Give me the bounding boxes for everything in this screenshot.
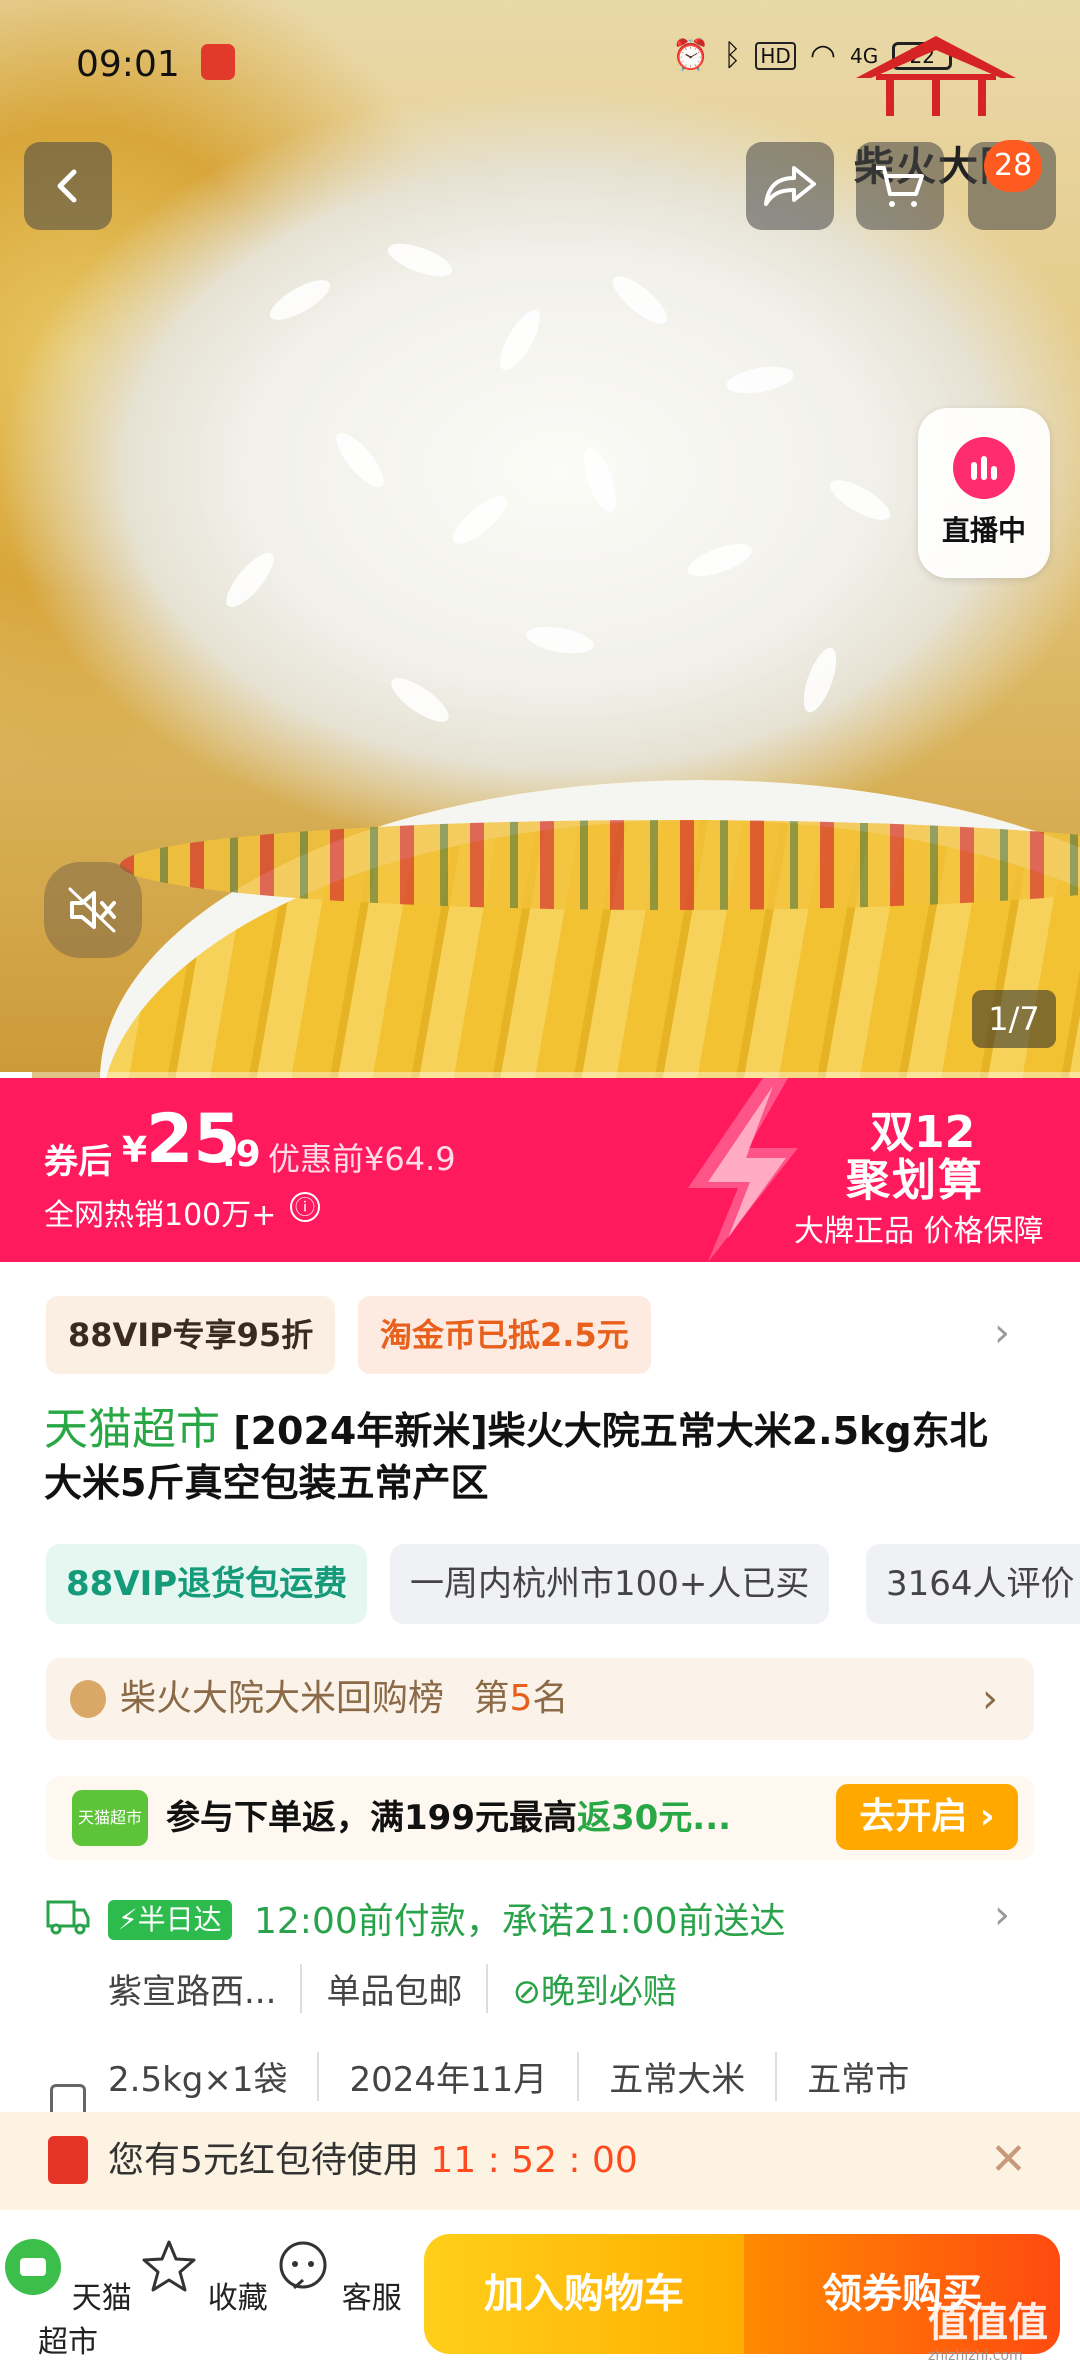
nav-customer-service[interactable]: 客服 — [268, 2238, 408, 2317]
image-counter: 1/7 — [972, 990, 1056, 1048]
tag-recent-buyers[interactable]: 一周内杭州市100+人已买 — [390, 1544, 830, 1624]
nav-store[interactable]: 天猫超市 — [0, 2238, 138, 2361]
promo-highlight: 返30元... — [576, 1798, 732, 1838]
spec-origin: 五常市 — [807, 2060, 910, 2100]
nav-service-label: 客服 — [341, 2281, 402, 2316]
spec-date: 2024年11月 — [349, 2052, 580, 2101]
live-label: 直播中 — [941, 514, 1026, 547]
product-title: 天猫超市 [2024年新米]柴火大院五常大米2.5kg东北大米5斤真空包装五常产… — [44, 1404, 1024, 1509]
rank-bar[interactable]: 柴火大院大米回购榜 第5名 › — [46, 1658, 1034, 1740]
chevron-right-icon: › — [994, 1892, 1010, 1938]
red-packet-message: 您有5元红包待使用 — [108, 2140, 419, 2181]
red-packet-bar[interactable]: 您有5元红包待使用 11 : 52 : 00 ✕ — [0, 2112, 1080, 2210]
status-time: 09:01 — [76, 44, 180, 85]
tag-reviews[interactable]: 3164人评价 — [866, 1544, 1080, 1624]
share-icon — [764, 166, 816, 206]
speaker-muted-icon — [68, 887, 116, 933]
currency-symbol: ¥ — [122, 1130, 148, 1171]
add-to-cart-button[interactable]: 加入购物车 — [424, 2234, 744, 2354]
tmall-store-icon — [5, 2239, 62, 2295]
medal-icon — [70, 1680, 106, 1718]
shipping-details: 紫宣路西... 单品包邮 ⊘晚到必赔 — [108, 1964, 701, 2013]
notification-app-icon — [201, 44, 235, 80]
after-coupon-label: 券后 — [44, 1142, 112, 1182]
cart-count-badge: 28 — [984, 140, 1043, 192]
spec-items: 2.5kg×1袋 2024年11月 五常大米 五常市 — [108, 2052, 969, 2101]
chevron-right-icon: › — [982, 1676, 998, 1722]
live-icon — [953, 437, 1015, 499]
promo-main: 参与下单返，满199元最高 — [166, 1798, 577, 1838]
watermark-sub: zhizhizhi.com — [928, 2348, 1023, 2364]
bottom-action-bar: 天猫超市 收藏 客服 加入购物车 领券购买 — [0, 2210, 1080, 2376]
back-arrow-icon — [57, 169, 77, 203]
event-tagline: 大牌正品 价格保障 — [794, 1214, 1044, 1249]
original-price: 优惠前¥64.9 — [268, 1140, 456, 1178]
promo-enable-button[interactable]: 去开启 › — [836, 1784, 1018, 1850]
red-packet-text: 您有5元红包待使用 11 : 52 : 00 — [108, 2112, 638, 2210]
coin-discount-chip[interactable]: 淘金币已抵2.5元 — [358, 1296, 651, 1374]
rank-number: 5 — [509, 1678, 533, 1719]
back-button[interactable] — [24, 142, 112, 230]
customer-service-icon — [279, 2241, 327, 2290]
shipping-promise: 12:00前付款，承诺21:00前送达 — [254, 1901, 786, 1942]
promo-bar: 天猫超市 参与下单返，满199元最高返30元... 去开启 › — [46, 1776, 1034, 1860]
spec-weight: 2.5kg×1袋 — [108, 2052, 320, 2101]
free-shipping: 单品包邮 — [300, 1964, 486, 2013]
watermark: 值值值 zhizhizhi.com — [928, 2290, 1058, 2364]
spec-row[interactable]: 2.5kg×1袋 2024年11月 五常大米 五常市 — [0, 2052, 1080, 2120]
nav-favorite-label: 收藏 — [207, 2281, 268, 2316]
spec-variety: 五常大米 — [609, 2052, 778, 2101]
nav-favorite[interactable]: 收藏 — [134, 2238, 274, 2317]
bluetooth-icon: ᛒ — [723, 38, 742, 73]
rank-title: 柴火大院大米回购榜 — [120, 1678, 445, 1719]
mute-button[interactable] — [44, 862, 142, 958]
pavilion-logo-icon — [856, 36, 1016, 116]
star-icon — [142, 2240, 196, 2292]
truck-icon — [46, 1900, 90, 1935]
live-stream-button[interactable]: 直播中 — [918, 408, 1050, 578]
price-banner: 券后 ¥ 25 .9 优惠前¥64.9 全网热销100万+ ⓘ 双12 聚划算 … — [0, 1078, 1080, 1262]
tmall-supermarket-logo: 天猫超市 — [72, 1790, 148, 1846]
price-decimal: .9 — [222, 1134, 261, 1175]
promo-text: 参与下单返，满199元最高返30元... — [166, 1776, 731, 1860]
close-icon[interactable]: ✕ — [990, 2134, 1027, 2185]
info-icon[interactable]: ⓘ — [290, 1192, 320, 1222]
cart-button[interactable] — [856, 142, 944, 230]
alarm-icon: ⏰ — [672, 38, 710, 73]
event-subtitle: 聚划算 — [846, 1155, 984, 1206]
half-day-badge: ⚡半日达 — [108, 1900, 232, 1940]
delivery-address: 紫宣路西... — [108, 1972, 277, 2012]
store-name: 天猫超市 — [44, 1404, 220, 1455]
hd-icon: HD — [755, 41, 796, 70]
rank-label: 第 — [473, 1678, 510, 1719]
shipping-row[interactable]: ⚡半日达 12:00前付款，承诺21:00前送达 › 紫宣路西... 单品包邮 … — [0, 1884, 1080, 2044]
rank-suffix: 名 — [532, 1678, 569, 1719]
red-packet-icon — [48, 2136, 88, 2184]
red-packet-timer: 11 : 52 : 00 — [430, 2140, 638, 2181]
watermark-main: 值值值 — [928, 2300, 1048, 2346]
late-guarantee: ⊘晚到必赔 — [486, 1964, 701, 2013]
sales-text: 全网热销100万+ — [44, 1198, 277, 1233]
chevron-right-icon[interactable]: › — [994, 1310, 1010, 1356]
vip-discount-chip[interactable]: 88VIP专享95折 — [46, 1296, 336, 1374]
share-button[interactable] — [746, 142, 834, 230]
wifi-icon: ◠ — [809, 38, 836, 73]
cart-icon — [876, 166, 924, 207]
tag-return-shipping[interactable]: 88VIP退货包运费 — [46, 1544, 368, 1624]
